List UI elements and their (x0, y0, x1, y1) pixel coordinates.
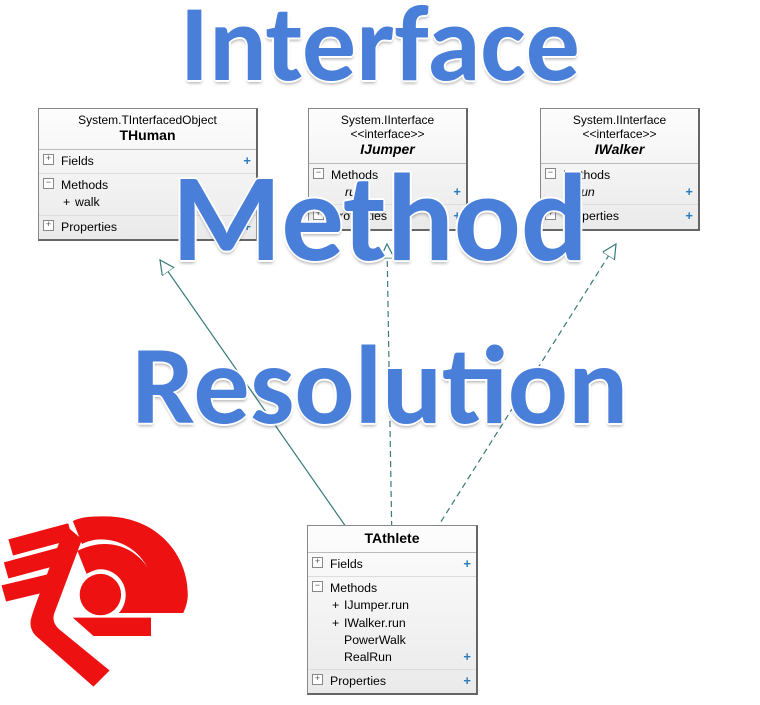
class-header: TAthlete (308, 526, 476, 553)
section-label: Fields (61, 154, 94, 168)
class-name: TAthlete (314, 530, 470, 546)
title-line-1: Interface (0, 0, 760, 98)
class-name: THuman (45, 127, 250, 143)
section-label: Properties (563, 209, 619, 223)
method-name: run (345, 185, 363, 199)
stereotype-label: <<interface>> (547, 127, 692, 141)
method-name: PowerWalk (344, 633, 406, 647)
collapse-icon[interactable] (43, 178, 54, 189)
class-name: IWalker (547, 141, 692, 157)
add-icon[interactable]: + (685, 207, 693, 225)
method-item[interactable]: PowerWalk (330, 632, 470, 649)
method-item[interactable]: RealRun (330, 649, 470, 666)
visibility-icon: + (332, 615, 344, 632)
method-name: run (577, 185, 595, 199)
add-icon[interactable]: + (243, 218, 251, 236)
parent-class-label: System.IInterface (547, 113, 692, 127)
class-thuman[interactable]: System.TInterfacedObject THuman Fields +… (38, 108, 258, 241)
add-icon[interactable]: + (453, 207, 461, 225)
add-icon[interactable]: + (243, 193, 251, 211)
section-label: Properties (331, 209, 387, 223)
class-iwalker[interactable]: System.IInterface <<interface>> IWalker … (540, 108, 700, 231)
expand-icon[interactable] (43, 220, 54, 231)
section-methods[interactable]: Methods +walk + (39, 174, 256, 215)
expand-icon[interactable] (43, 154, 54, 165)
section-properties[interactable]: Properties + (39, 216, 256, 239)
section-properties[interactable]: Properties + (308, 670, 476, 693)
expand-icon[interactable] (545, 209, 556, 220)
stereotype-label: <<interface>> (315, 127, 460, 141)
class-header: System.IInterface <<interface>> IWalker (541, 109, 698, 164)
section-methods[interactable]: Methods run + (541, 164, 698, 205)
add-icon[interactable]: + (453, 183, 461, 201)
class-header: System.TInterfacedObject THuman (39, 109, 256, 150)
add-icon[interactable]: + (463, 555, 471, 573)
section-fields[interactable]: Fields + (39, 150, 256, 174)
section-label: Methods (331, 168, 378, 182)
class-header: System.IInterface <<interface>> IJumper (309, 109, 466, 164)
delphi-helmet-icon (0, 475, 220, 705)
add-icon[interactable]: + (463, 648, 471, 666)
title-line-3: Resolution (0, 330, 760, 442)
collapse-icon[interactable] (545, 168, 556, 179)
expand-icon[interactable] (313, 209, 324, 220)
section-methods[interactable]: Methods run + (309, 164, 466, 205)
collapse-icon[interactable] (313, 168, 324, 179)
visibility-icon: + (332, 597, 344, 614)
add-icon[interactable]: + (685, 183, 693, 201)
method-item[interactable]: +walk (61, 194, 250, 211)
section-label: Fields (330, 557, 363, 571)
section-properties[interactable]: Properties + (309, 205, 466, 228)
section-fields[interactable]: Fields + (308, 553, 476, 577)
method-item[interactable]: +IJumper.run (330, 597, 470, 614)
section-label: Methods (563, 168, 610, 182)
class-name: IJumper (315, 141, 460, 157)
expand-icon[interactable] (312, 557, 323, 568)
class-tathlete[interactable]: TAthlete Fields + Methods +IJumper.run +… (307, 525, 478, 695)
method-item[interactable]: +IWalker.run (330, 615, 470, 632)
parent-class-label: System.TInterfacedObject (45, 113, 250, 127)
parent-class-label: System.IInterface (315, 113, 460, 127)
class-ijumper[interactable]: System.IInterface <<interface>> IJumper … (308, 108, 468, 231)
section-properties[interactable]: Properties + (541, 205, 698, 228)
expand-icon[interactable] (312, 674, 323, 685)
method-name: walk (75, 195, 100, 209)
section-label: Properties (61, 220, 117, 234)
section-methods[interactable]: Methods +IJumper.run +IWalker.run PowerW… (308, 577, 476, 670)
visibility-icon: + (63, 194, 75, 211)
section-label: Properties (330, 674, 386, 688)
section-label: Methods (61, 178, 108, 192)
section-label: Methods (330, 581, 377, 595)
method-item[interactable]: run (563, 184, 692, 201)
collapse-icon[interactable] (312, 581, 323, 592)
method-name: RealRun (344, 650, 392, 664)
add-icon[interactable]: + (243, 152, 251, 170)
method-name: IWalker.run (344, 616, 406, 630)
method-item[interactable]: run (331, 184, 460, 201)
method-name: IJumper.run (344, 598, 409, 612)
